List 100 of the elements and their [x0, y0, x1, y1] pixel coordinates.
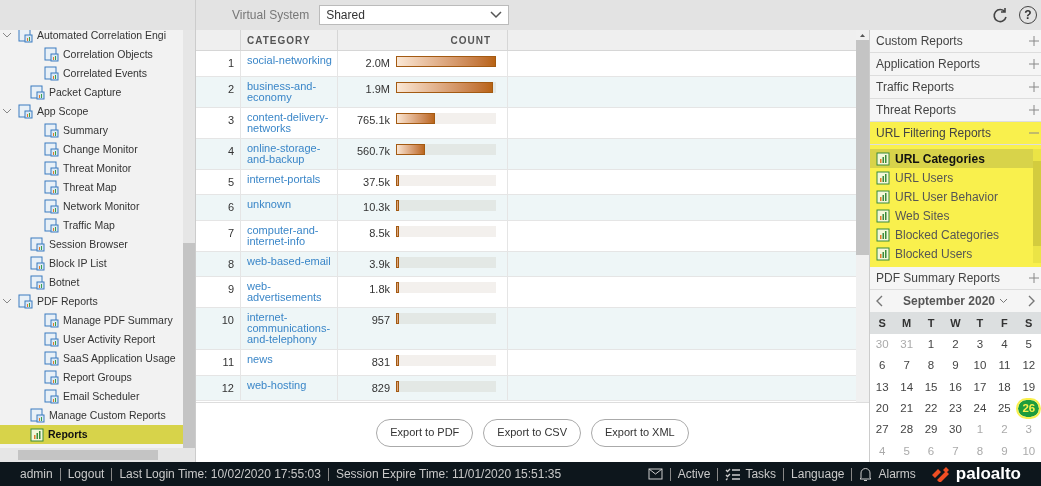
sidebar-item[interactable]: SaaS Application Usage: [0, 349, 183, 368]
column-header[interactable]: CATEGORY: [241, 30, 338, 50]
expand-icon[interactable]: [1029, 82, 1039, 92]
calendar-day[interactable]: 7: [903, 357, 910, 375]
calendar-day[interactable]: 14: [900, 378, 914, 396]
category-link[interactable]: web-hosting: [241, 375, 338, 400]
category-link[interactable]: news: [241, 350, 338, 375]
section-header[interactable]: URL Filtering Reports: [870, 122, 1041, 145]
sidebar-item[interactable]: Botnet: [0, 273, 183, 292]
sidebar-item[interactable]: Reports: [0, 425, 183, 444]
calendar-day[interactable]: 4: [1001, 336, 1008, 354]
sidebar-item[interactable]: Change Monitor: [0, 140, 183, 159]
category-link[interactable]: business-and-economy: [241, 76, 338, 107]
sidebar-item[interactable]: Email Scheduler: [0, 387, 183, 406]
export-button[interactable]: Export to CSV: [483, 418, 582, 447]
expand-icon[interactable]: [1029, 59, 1039, 69]
calendar-day[interactable]: 9: [952, 357, 959, 375]
report-item[interactable]: URL Users: [870, 168, 1033, 187]
sidebar-item[interactable]: Correlation Objects: [0, 45, 183, 64]
report-item[interactable]: Web Sites: [870, 206, 1033, 225]
alarms-link[interactable]: Alarms: [878, 465, 916, 483]
scrollbar[interactable]: [856, 30, 869, 402]
category-link[interactable]: content-delivery-networks: [241, 107, 338, 138]
sidebar-item[interactable]: App Scope: [0, 102, 183, 121]
sidebar-item[interactable]: Block IP List: [0, 254, 183, 273]
category-link[interactable]: web-based-email: [241, 251, 338, 276]
scrollbar[interactable]: [183, 30, 195, 448]
calendar-day[interactable]: 18: [997, 378, 1011, 396]
report-item[interactable]: Blocked Categories: [870, 225, 1033, 244]
calendar-day[interactable]: 21: [900, 400, 914, 418]
bell-icon[interactable]: [859, 466, 873, 482]
logout-link[interactable]: Logout: [67, 465, 105, 483]
language-link[interactable]: Language: [791, 465, 845, 483]
category-link[interactable]: internet-portals: [241, 169, 338, 194]
sidebar-item[interactable]: Network Monitor: [0, 197, 183, 216]
month-label[interactable]: September 2020: [902, 292, 996, 310]
chevron-icon[interactable]: [2, 32, 14, 39]
column-header[interactable]: COUNT: [338, 30, 508, 50]
calendar-day[interactable]: 16: [949, 378, 962, 396]
report-item[interactable]: Blocked Users: [870, 244, 1033, 263]
sidebar-item[interactable]: Packet Capture: [0, 83, 183, 102]
sidebar-item[interactable]: Correlated Events: [0, 64, 183, 83]
export-button[interactable]: Export to PDF: [376, 418, 474, 447]
previous-month-icon[interactable]: [876, 295, 883, 307]
sidebar-item[interactable]: User Activity Report: [0, 330, 183, 349]
expand-icon[interactable]: [1029, 273, 1039, 283]
category-link[interactable]: online-storage-and-backup: [241, 138, 338, 169]
category-link[interactable]: unknown: [241, 195, 338, 220]
category-link[interactable]: computer-and-internet-info: [241, 220, 338, 251]
report-item[interactable]: URL User Behavior: [870, 187, 1033, 206]
category-link[interactable]: web-advertisements: [241, 277, 338, 307]
calendar-day[interactable]: 12: [1022, 357, 1036, 375]
calendar-day[interactable]: 1: [927, 336, 935, 354]
calendar-day[interactable]: 23: [949, 400, 962, 418]
expand-icon[interactable]: [1029, 36, 1039, 46]
calendar-day[interactable]: 15: [924, 378, 938, 396]
calendar-day[interactable]: 28: [900, 421, 914, 439]
calendar-day[interactable]: 5: [1025, 336, 1032, 354]
report-item[interactable]: URL Categories: [870, 149, 1033, 168]
refresh-icon[interactable]: [991, 6, 1009, 24]
calendar-day[interactable]: 10: [973, 357, 987, 375]
vsys-dropdown[interactable]: Shared: [319, 5, 510, 25]
sidebar-item[interactable]: Manage Custom Reports: [0, 406, 183, 425]
sidebar-item[interactable]: Threat Monitor: [0, 159, 183, 178]
calendar-day[interactable]: 24: [973, 400, 987, 418]
tasks-link[interactable]: Tasks: [745, 465, 777, 483]
calendar-day[interactable]: 17: [973, 378, 987, 396]
caret-icon[interactable]: [999, 298, 1009, 304]
sidebar-item[interactable]: Manage PDF Summary: [0, 311, 183, 330]
scrollbar[interactable]: [0, 448, 195, 462]
mail-icon[interactable]: [647, 468, 663, 480]
chevron-icon[interactable]: [2, 108, 14, 115]
category-link[interactable]: internet-communications-and-telephony: [241, 308, 338, 349]
next-month-icon[interactable]: [1028, 295, 1035, 307]
sidebar-item[interactable]: PDF Reports: [0, 292, 183, 311]
calendar-day[interactable]: 19: [1022, 378, 1036, 396]
calendar-day[interactable]: 27: [875, 421, 889, 439]
chevron-icon[interactable]: [2, 298, 14, 305]
sidebar-item[interactable]: Threat Map: [0, 178, 183, 197]
calendar-day[interactable]: 20: [875, 400, 889, 418]
expand-icon[interactable]: [1029, 105, 1039, 115]
calendar-day[interactable]: 8: [927, 357, 935, 375]
sidebar-item[interactable]: Report Groups: [0, 368, 183, 387]
tasks-icon[interactable]: [725, 467, 742, 481]
sidebar-item[interactable]: Traffic Map: [0, 216, 183, 235]
calendar-day[interactable]: 25: [997, 400, 1011, 418]
sidebar-item[interactable]: Automated Correlation Engi: [0, 30, 183, 45]
calendar-day[interactable]: 6: [879, 357, 886, 375]
export-button[interactable]: Export to XML: [591, 418, 689, 447]
calendar-day[interactable]: 30: [949, 421, 962, 439]
calendar-day[interactable]: 11: [998, 357, 1011, 375]
calendar-day[interactable]: 2: [952, 336, 959, 354]
calendar-day[interactable]: 3: [976, 336, 984, 354]
category-link[interactable]: social-networking: [241, 51, 338, 76]
scrollbar[interactable]: [1033, 149, 1041, 263]
calendar-day[interactable]: 29: [924, 421, 938, 439]
sidebar-item[interactable]: Session Browser: [0, 235, 183, 254]
sidebar-item[interactable]: Summary: [0, 121, 183, 140]
calendar-day[interactable]: 13: [875, 378, 889, 396]
calendar-day[interactable]: 22: [924, 400, 938, 418]
